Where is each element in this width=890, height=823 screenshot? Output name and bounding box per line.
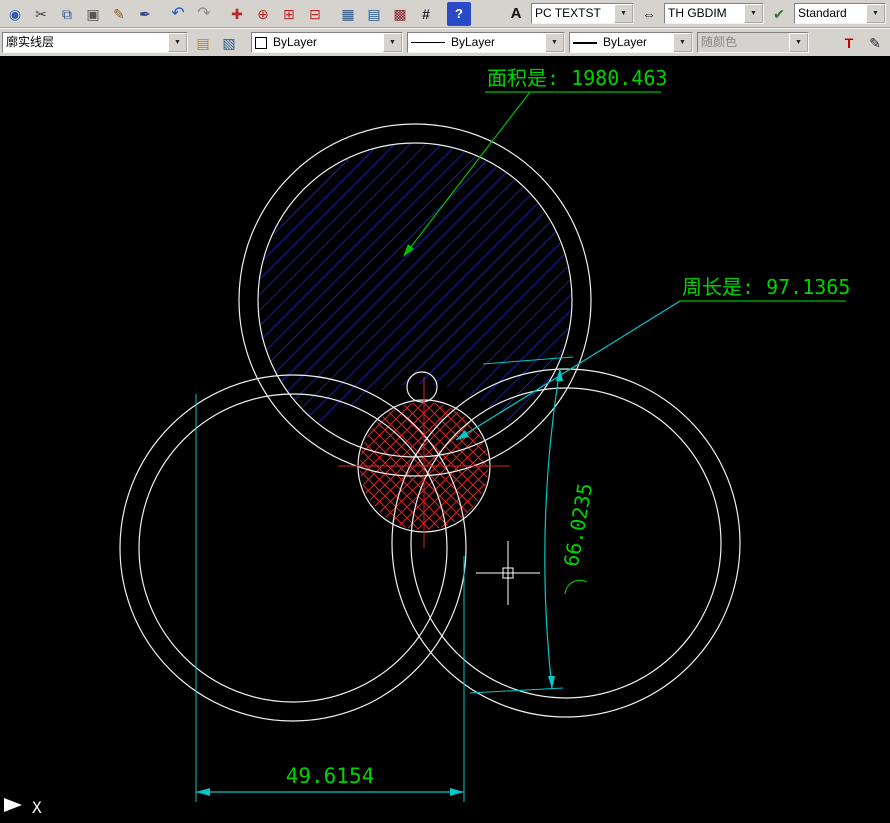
lineweight-value: ByLayer — [603, 35, 648, 49]
area-label: 面积是: 1980.463 — [487, 66, 667, 90]
copy-icon[interactable]: ⧉ — [55, 2, 79, 26]
plot-style-combo: 随颜色 ▼ — [697, 32, 809, 53]
toolbar-separator — [439, 3, 446, 25]
ucs-x-label: X — [32, 798, 42, 817]
block-icon[interactable]: ▩ — [388, 2, 412, 26]
table-icon[interactable]: ▤ — [362, 2, 386, 26]
linetype-dropdown-arrow[interactable]: ▼ — [545, 33, 564, 52]
match-properties-icon[interactable]: ✎ — [107, 2, 131, 26]
text-style-combo[interactable]: PC TEXTST ▼ — [531, 3, 634, 24]
cut-icon[interactable]: ✂ — [29, 2, 53, 26]
pan-icon[interactable]: ✚ — [225, 2, 249, 26]
calculator-icon[interactable]: # — [414, 2, 438, 26]
layer-dropdown-arrow[interactable]: ▼ — [168, 33, 187, 52]
dim-style-combo[interactable]: TH GBDIM ▼ — [664, 3, 764, 24]
perimeter-label: 周长是: 97.1365 — [682, 275, 850, 299]
layout-icon[interactable]: ▦ — [336, 2, 360, 26]
layers-icon[interactable]: ▧ — [217, 31, 241, 55]
layer-properties-toolbar: 廓实线层 ▼ ▤ ▧ ByLayer ▼ ByLayer ▼ ByLayer ▼… — [0, 28, 890, 56]
color-value: ByLayer — [273, 35, 318, 49]
help-icon[interactable]: ? — [447, 1, 471, 26]
app-icon[interactable]: ◉ — [3, 2, 27, 26]
toolbar-separator — [217, 3, 224, 25]
table-style-icon[interactable]: ✔ — [767, 2, 791, 26]
lineweight-sample — [573, 41, 597, 44]
zoom-window-icon[interactable]: ⊞ — [277, 2, 301, 26]
toolbar-separator — [328, 3, 335, 25]
linear-dim-label: 49.6154 — [286, 764, 375, 788]
text-style-value: PC TEXTST — [535, 6, 601, 20]
brush-icon[interactable]: ✒ — [133, 2, 157, 26]
text-style-icon[interactable]: A — [504, 2, 528, 26]
current-style-value: Standard — [798, 6, 847, 20]
paste-icon[interactable]: ▣ — [81, 2, 105, 26]
dim-style-value: TH GBDIM — [668, 6, 727, 20]
dim-style-dropdown-arrow[interactable]: ▼ — [744, 4, 763, 23]
layer-states-icon[interactable]: ▤ — [191, 31, 215, 55]
color-dropdown-arrow[interactable]: ▼ — [383, 33, 402, 52]
toolbar-separator — [242, 32, 249, 54]
undo-icon[interactable]: ↶ — [166, 2, 190, 26]
zoom-previous-icon[interactable]: ⊟ — [303, 2, 327, 26]
style-edit-icon[interactable]: ✎ — [863, 31, 887, 55]
plot-style-value: 随颜色 — [701, 35, 738, 49]
lineweight-dropdown-arrow[interactable]: ▼ — [673, 33, 692, 52]
linetype-value: ByLayer — [451, 35, 496, 49]
plot-style-dropdown-arrow: ▼ — [789, 33, 808, 52]
color-combo[interactable]: ByLayer ▼ — [251, 32, 403, 53]
layer-name-value: 廓实线层 — [6, 35, 55, 49]
text-style-dropdown-arrow[interactable]: ▼ — [614, 4, 633, 23]
dim-style-icon[interactable]: ⇔ — [637, 2, 661, 26]
linetype-combo[interactable]: ByLayer ▼ — [407, 32, 565, 53]
zoom-realtime-icon[interactable]: ⊕ — [251, 2, 275, 26]
lineweight-combo[interactable]: ByLayer ▼ — [569, 32, 693, 53]
current-style-dropdown-arrow[interactable]: ▼ — [866, 4, 885, 23]
text-toolbar-icon[interactable]: T — [837, 31, 861, 55]
layer-combo[interactable]: 廓实线层 ▼ — [2, 32, 188, 53]
color-swatch — [255, 36, 267, 49]
linetype-sample — [411, 42, 445, 43]
current-style-combo[interactable]: Standard ▼ — [794, 3, 886, 24]
drawing-canvas[interactable]: 面积是: 1980.463 周长是: 97.1365 66.0235 49.61… — [0, 56, 890, 823]
redo-icon[interactable]: ↷ — [192, 2, 216, 26]
standard-toolbar: ◉ ✂ ⧉ ▣ ✎ ✒ ↶ ↷ ✚ ⊕ ⊞ ⊟ ▦ ▤ ▩ # ? A PC T… — [0, 0, 890, 28]
toolbar-separator — [158, 3, 165, 25]
